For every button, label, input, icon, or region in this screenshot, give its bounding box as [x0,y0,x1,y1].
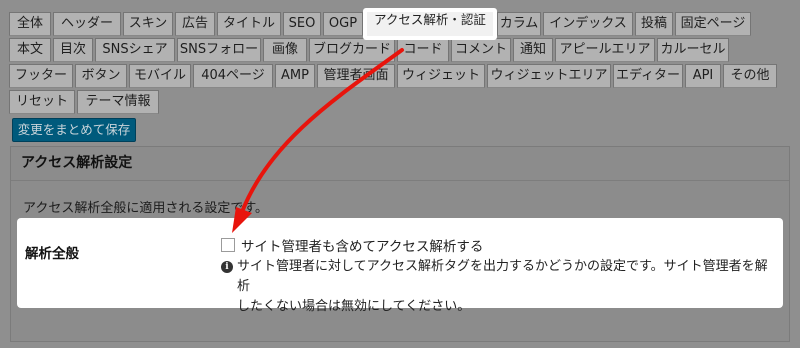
tab-footer[interactable]: フッター [9,64,73,88]
tab-widget[interactable]: ウィジェット [397,64,485,88]
save-all-button[interactable]: 変更をまとめて保存 [12,118,136,142]
tab-page[interactable]: 固定ページ [675,12,751,36]
tab-editor[interactable]: エディター [613,64,683,88]
tab-amp[interactable]: AMP [275,64,315,88]
tab-widget-area[interactable]: ウィジェットエリア [487,64,611,88]
setting-label: 解析全般 [25,246,79,262]
tab-404[interactable]: 404ページ [193,64,273,88]
tab-analytics[interactable]: アクセス解析・認証 [363,8,497,40]
tab-mobile[interactable]: モバイル [129,64,191,88]
info-circle-icon: i [221,261,233,273]
tab-title[interactable]: タイトル [217,12,281,36]
analytics-setting-row: 解析全般 サイト管理者も含めてアクセス解析する i サイト管理者に対してアクセス… [17,218,783,314]
tab-api[interactable]: API [685,64,721,88]
tab-sns-follow[interactable]: SNSフォロー [177,38,261,62]
tab-blogcard[interactable]: ブログカード [309,38,395,62]
tab-reset[interactable]: リセット [9,90,75,114]
admin-analytics-option[interactable]: サイト管理者も含めてアクセス解析する [221,235,483,255]
checkbox-label[interactable]: サイト管理者も含めてアクセス解析する [241,235,483,255]
tab-code[interactable]: コード [397,38,449,62]
tab-seo[interactable]: SEO [283,12,321,36]
admin-analytics-checkbox[interactable] [221,238,235,252]
tab-body[interactable]: 本文 [9,38,51,62]
panel-title: アクセス解析設定 [11,147,789,181]
tab-button[interactable]: ボタン [75,64,127,88]
tab-admin[interactable]: 管理者画面 [317,64,395,88]
panel-description: アクセス解析全般に適用される設定です。 [23,201,269,216]
tab-image[interactable]: 画像 [263,38,307,62]
tab-general[interactable]: 全体 [9,12,51,36]
help-line-1: サイト管理者に対してアクセス解析タグを出力するかどうかの設定です。サイト管理者を… [237,259,768,294]
tab-notice[interactable]: 通知 [513,38,553,62]
tab-ads[interactable]: 広告 [175,12,215,36]
tab-comment[interactable]: コメント [451,38,511,62]
tab-toc[interactable]: 目次 [53,38,93,62]
tab-post[interactable]: 投稿 [635,12,673,36]
tab-appeal-area[interactable]: アピールエリア [555,38,655,62]
tab-ogp[interactable]: OGP [323,12,363,36]
tab-skin[interactable]: スキン [123,12,173,36]
setting-help-text: サイト管理者に対してアクセス解析タグを出力するかどうかの設定です。サイト管理者を… [237,257,777,317]
tab-index[interactable]: インデックス [543,12,633,36]
tab-carousel[interactable]: カルーセル [657,38,729,62]
help-line-2: したくない場合は無効にしてください。 [237,299,471,314]
tab-sns-share[interactable]: SNSシェア [95,38,175,62]
tab-column[interactable]: カラム [497,12,541,36]
tab-header[interactable]: ヘッダー [53,12,121,36]
tab-other[interactable]: その他 [723,64,777,88]
tab-theme-info[interactable]: テーマ情報 [77,90,159,114]
